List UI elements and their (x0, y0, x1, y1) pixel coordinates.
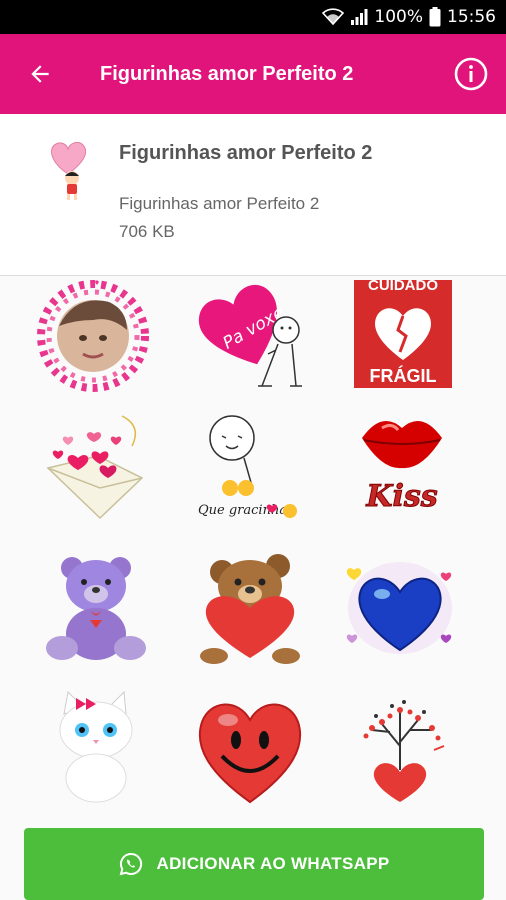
kiss-lips-icon: Kiss (362, 420, 442, 515)
cuidado-text: CUIDADO (368, 280, 438, 294)
sticker-smiling-red-heart[interactable] (190, 688, 310, 808)
clock: 15:56 (447, 7, 496, 27)
pack-publisher: Figurinhas amor Perfeito 2 (119, 194, 320, 213)
blue-heart-icon (346, 562, 452, 654)
pack-thumbnail (51, 141, 87, 200)
app-bar-title: Figurinhas amor Perfeito 2 (100, 62, 354, 85)
pack-size: 706 KB (119, 222, 175, 241)
cuidado-fragil-icon: CUIDADO FRÁGIL (354, 280, 452, 388)
battery-percent: 100% (374, 7, 423, 27)
app-bar: Figurinhas amor Perfeito 2 (0, 34, 506, 114)
heart-tree-icon (363, 700, 445, 802)
sticker-love-letter-hearts[interactable] (36, 406, 156, 526)
sticker-kiss-lips[interactable]: Kiss (340, 406, 460, 526)
sticker-grid: Pa voxe CUIDADO FRÁGIL Que gracinha Kiss (0, 276, 506, 816)
info-button[interactable] (436, 34, 506, 114)
sticker-girl-photo-hearts[interactable] (33, 276, 153, 396)
sticker-que-gracinha[interactable]: Que gracinha (190, 406, 310, 526)
pack-header: Figurinhas amor Perfeito 2 Figurinhas am… (0, 114, 506, 276)
white-kitten-icon (59, 690, 133, 803)
add-to-whatsapp-button[interactable]: ADICIONAR AO WHATSAPP (24, 828, 484, 900)
que-gracinha-icon: Que gracinha (198, 415, 297, 518)
sticker-blue-heart[interactable] (340, 548, 460, 668)
sticker-brown-teddy-bear-heart[interactable] (190, 548, 310, 668)
back-button[interactable] (0, 34, 80, 114)
battery-icon (429, 7, 441, 27)
wifi-icon (322, 8, 345, 26)
smiling-red-heart-icon (198, 703, 302, 804)
pa-voxe-heart-icon: Pa voxe (198, 285, 302, 387)
sticker-cuidado-fragil[interactable]: CUIDADO FRÁGIL (340, 276, 460, 396)
pack-name: Figurinhas amor Perfeito 2 (119, 142, 373, 164)
fragil-text: FRÁGIL (370, 365, 437, 386)
signal-icon (351, 9, 368, 25)
add-to-whatsapp-label: ADICIONAR AO WHATSAPP (156, 854, 390, 873)
info-icon (454, 57, 488, 91)
whatsapp-icon (119, 852, 142, 876)
sticker-purple-teddy-bear[interactable] (36, 548, 156, 668)
love-letter-hearts-icon (46, 415, 144, 520)
arrow-back-icon (31, 65, 49, 83)
girl-photo-hearts-icon (37, 280, 149, 392)
purple-teddy-bear-icon (46, 557, 146, 660)
sticker-white-kitten[interactable] (36, 688, 156, 808)
sticker-pa-voxe-heart[interactable]: Pa voxe (190, 276, 310, 396)
status-bar: 100% 15:56 (0, 0, 506, 34)
sticker-heart-tree[interactable] (340, 688, 460, 808)
brown-teddy-bear-heart-icon (200, 554, 300, 664)
kiss-text: Kiss (365, 479, 437, 514)
